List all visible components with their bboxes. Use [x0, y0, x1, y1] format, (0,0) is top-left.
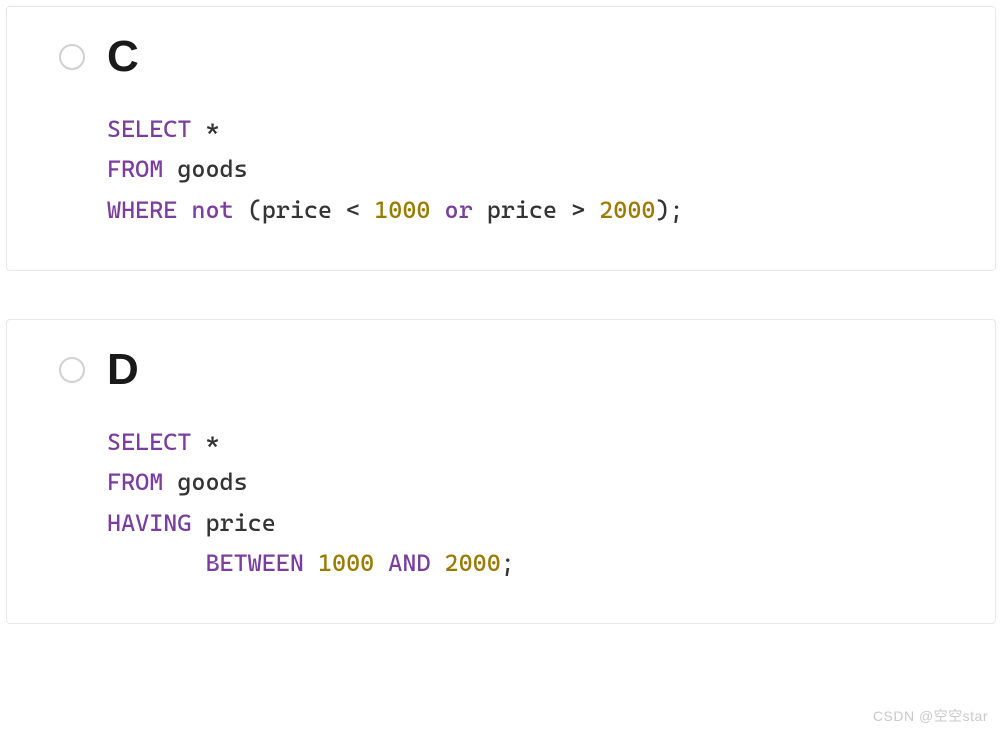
- code-space: [304, 549, 318, 577]
- keyword-select: SELECT: [107, 115, 191, 143]
- number: 2000: [445, 549, 501, 577]
- option-letter: C: [107, 35, 139, 79]
- code-indent: [107, 549, 205, 577]
- code-space: [374, 549, 388, 577]
- code-text: *: [191, 115, 219, 143]
- watermark: CSDN @空空star: [873, 706, 988, 726]
- option-letter: D: [107, 348, 139, 392]
- keyword-or: or: [445, 196, 473, 224]
- code-space: [585, 196, 599, 224]
- code-space: [430, 549, 444, 577]
- code-space: [360, 196, 374, 224]
- code-text: price: [473, 196, 571, 224]
- option-header: D: [59, 348, 965, 392]
- op-lt: <: [346, 196, 360, 224]
- keyword-between: BETWEEN: [205, 549, 303, 577]
- code-text: goods: [163, 468, 247, 496]
- number: 1000: [318, 549, 374, 577]
- keyword-from: FROM: [107, 468, 163, 496]
- keyword-having: HAVING: [107, 509, 191, 537]
- option-d-card[interactable]: D SELECT * FROM goods HAVING price BETWE…: [6, 319, 996, 624]
- number: 1000: [374, 196, 430, 224]
- option-c-card[interactable]: C SELECT * FROM goods WHERE not (price <…: [6, 6, 996, 271]
- op-gt: >: [571, 196, 585, 224]
- number: 2000: [599, 196, 655, 224]
- code-block-d: SELECT * FROM goods HAVING price BETWEEN…: [107, 422, 965, 583]
- code-space: [430, 196, 444, 224]
- keyword-where: WHERE: [107, 196, 177, 224]
- code-text: (price: [234, 196, 347, 224]
- code-end: );: [655, 196, 683, 224]
- radio-icon[interactable]: [59, 357, 85, 383]
- keyword-and: AND: [388, 549, 430, 577]
- keyword-from: FROM: [107, 155, 163, 183]
- code-end: ;: [501, 549, 515, 577]
- option-header: C: [59, 35, 965, 79]
- code-text: price: [191, 509, 275, 537]
- code-block-c: SELECT * FROM goods WHERE not (price < 1…: [107, 109, 965, 230]
- code-text: *: [191, 428, 219, 456]
- keyword-not: not: [191, 196, 233, 224]
- code-text: goods: [163, 155, 247, 183]
- radio-icon[interactable]: [59, 44, 85, 70]
- keyword-select: SELECT: [107, 428, 191, 456]
